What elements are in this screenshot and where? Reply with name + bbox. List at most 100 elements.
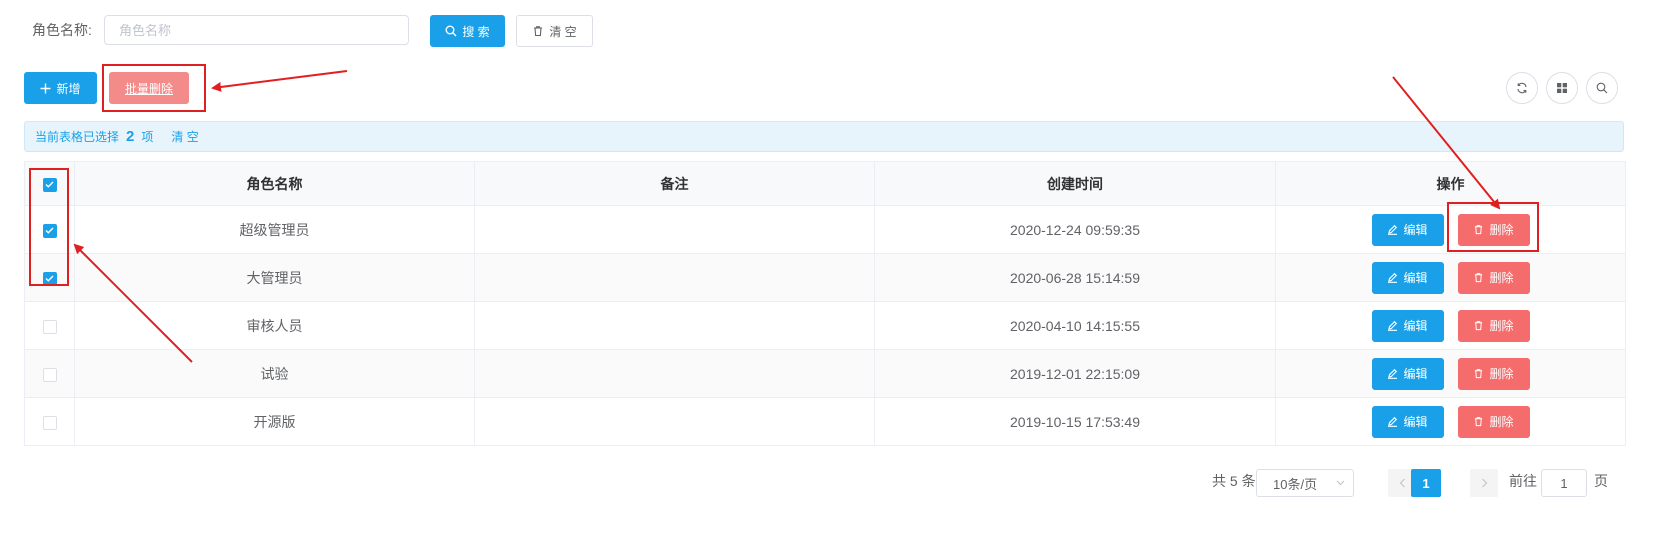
trash-icon	[1475, 369, 1483, 379]
trash-icon	[534, 26, 543, 37]
delete-button[interactable]: 删除	[1457, 405, 1530, 438]
role-name-search-input[interactable]	[104, 15, 409, 45]
edit-icon	[1388, 320, 1398, 331]
reset-button[interactable]: 清 空	[516, 15, 593, 47]
edit-icon	[1388, 416, 1398, 427]
selection-count: 2	[126, 128, 135, 145]
created-time-cell: 2020-06-28 15:14:59	[874, 253, 1276, 302]
table-row: 开源版 2019-10-15 17:53:49 编辑 删除	[24, 397, 1626, 446]
refresh-icon	[1517, 82, 1527, 94]
edit-button-label: 编辑	[1403, 319, 1428, 333]
delete-button-label: 删除	[1489, 223, 1514, 237]
created-time-cell: 2020-04-10 14:15:55	[874, 301, 1276, 350]
edit-button[interactable]: 编辑	[1371, 357, 1444, 390]
chevron-down-icon	[1336, 480, 1345, 486]
actions-cell: 编辑 删除	[1275, 349, 1626, 398]
delete-button[interactable]: 删除	[1457, 261, 1530, 294]
row-checkbox[interactable]	[42, 415, 57, 430]
row-checkbox[interactable]	[42, 367, 57, 382]
check-icon	[45, 275, 54, 282]
row-select-cell	[24, 349, 75, 398]
refresh-button[interactable]	[1506, 72, 1538, 104]
actions-cell: 编辑 删除	[1275, 205, 1626, 254]
chevron-left-icon	[1399, 478, 1405, 488]
table-row: 超级管理员 2020-12-24 09:59:35 编辑 删除	[24, 205, 1626, 254]
goto-page-input[interactable]	[1541, 469, 1587, 497]
grid-icon	[1557, 83, 1567, 93]
row-checkbox[interactable]	[42, 319, 57, 334]
search-button[interactable]: 搜 索	[430, 15, 505, 47]
edit-button-label: 编辑	[1403, 415, 1428, 429]
edit-icon	[1388, 224, 1398, 235]
select-all-cell	[24, 161, 75, 206]
selection-suffix: 项	[141, 130, 154, 144]
page-size-select[interactable]: 10条/页	[1256, 469, 1354, 497]
column-header-actions: 操作	[1275, 161, 1626, 206]
edit-button[interactable]: 编辑	[1371, 261, 1444, 294]
delete-button[interactable]: 删除	[1457, 357, 1530, 390]
row-checkbox[interactable]	[42, 223, 57, 238]
edit-button[interactable]: 编辑	[1371, 405, 1444, 438]
edit-button-label: 编辑	[1403, 367, 1428, 381]
role-name-label: 角色名称:	[32, 22, 92, 38]
column-header-created[interactable]: 创建时间	[874, 161, 1276, 206]
delete-button[interactable]: 删除	[1457, 213, 1530, 246]
trash-icon	[1475, 417, 1483, 427]
goto-prefix: 前往	[1509, 473, 1537, 489]
edit-button[interactable]: 编辑	[1371, 309, 1444, 342]
row-select-cell	[24, 397, 75, 446]
select-all-checkbox[interactable]	[42, 177, 57, 192]
column-header-remark[interactable]: 备注	[474, 161, 875, 206]
row-select-cell	[24, 253, 75, 302]
edit-icon	[1388, 272, 1398, 283]
search-button-label: 搜 索	[462, 24, 490, 39]
row-checkbox[interactable]	[42, 271, 57, 286]
reset-button-label: 清 空	[549, 24, 577, 39]
pagination-total: 共 5 条	[1212, 473, 1256, 489]
role-name-cell: 大管理员	[74, 253, 475, 302]
remark-cell	[474, 349, 875, 398]
edit-button-label: 编辑	[1403, 223, 1428, 237]
actions-cell: 编辑 删除	[1275, 301, 1626, 350]
trash-icon	[1475, 321, 1483, 331]
role-name-cell: 审核人员	[74, 301, 475, 350]
delete-button-label: 删除	[1489, 367, 1514, 381]
batch-delete-button[interactable]: 批量删除	[109, 72, 189, 104]
goto-suffix: 页	[1594, 473, 1608, 489]
actions-cell: 编辑 删除	[1275, 397, 1626, 446]
remark-cell	[474, 205, 875, 254]
table-row: 试验 2019-12-01 22:15:09 编辑 删除	[24, 349, 1626, 398]
remark-cell	[474, 253, 875, 302]
delete-button-label: 删除	[1489, 415, 1514, 429]
created-time-cell: 2020-12-24 09:59:35	[874, 205, 1276, 254]
page-number-current[interactable]: 1	[1411, 469, 1441, 497]
edit-button[interactable]: 编辑	[1371, 213, 1444, 246]
selection-alert: 当前表格已选择 2 项 清 空	[24, 121, 1624, 152]
row-select-cell	[24, 301, 75, 350]
add-button[interactable]: 新增	[24, 72, 97, 104]
actions-cell: 编辑 删除	[1275, 253, 1626, 302]
chevron-right-icon	[1481, 478, 1487, 488]
trash-icon	[1475, 273, 1483, 283]
column-settings-button[interactable]	[1546, 72, 1578, 104]
toggle-search-button[interactable]	[1586, 72, 1618, 104]
remark-cell	[474, 301, 875, 350]
plus-icon	[40, 83, 51, 93]
roles-table: 角色名称 备注 创建时间 操作 超级管理员 2020-12-24 09:59:3…	[24, 161, 1626, 446]
remark-cell	[474, 397, 875, 446]
page-size-label: 10条/页	[1273, 476, 1318, 492]
column-header-role-name[interactable]: 角色名称	[74, 161, 475, 206]
role-name-cell: 试验	[74, 349, 475, 398]
delete-button-label: 删除	[1489, 319, 1514, 333]
row-select-cell	[24, 205, 75, 254]
batch-delete-button-label: 批量删除	[124, 81, 173, 96]
delete-button-label: 删除	[1489, 271, 1514, 285]
search-icon	[445, 25, 457, 37]
role-name-cell: 开源版	[74, 397, 475, 446]
trash-icon	[1475, 225, 1483, 235]
table-header-row: 角色名称 备注 创建时间 操作	[24, 161, 1626, 206]
clear-selection-link[interactable]: 清 空	[171, 128, 198, 145]
delete-button[interactable]: 删除	[1457, 309, 1530, 342]
table-row: 审核人员 2020-04-10 14:15:55 编辑 删除	[24, 301, 1626, 350]
next-page-button[interactable]	[1470, 469, 1498, 497]
